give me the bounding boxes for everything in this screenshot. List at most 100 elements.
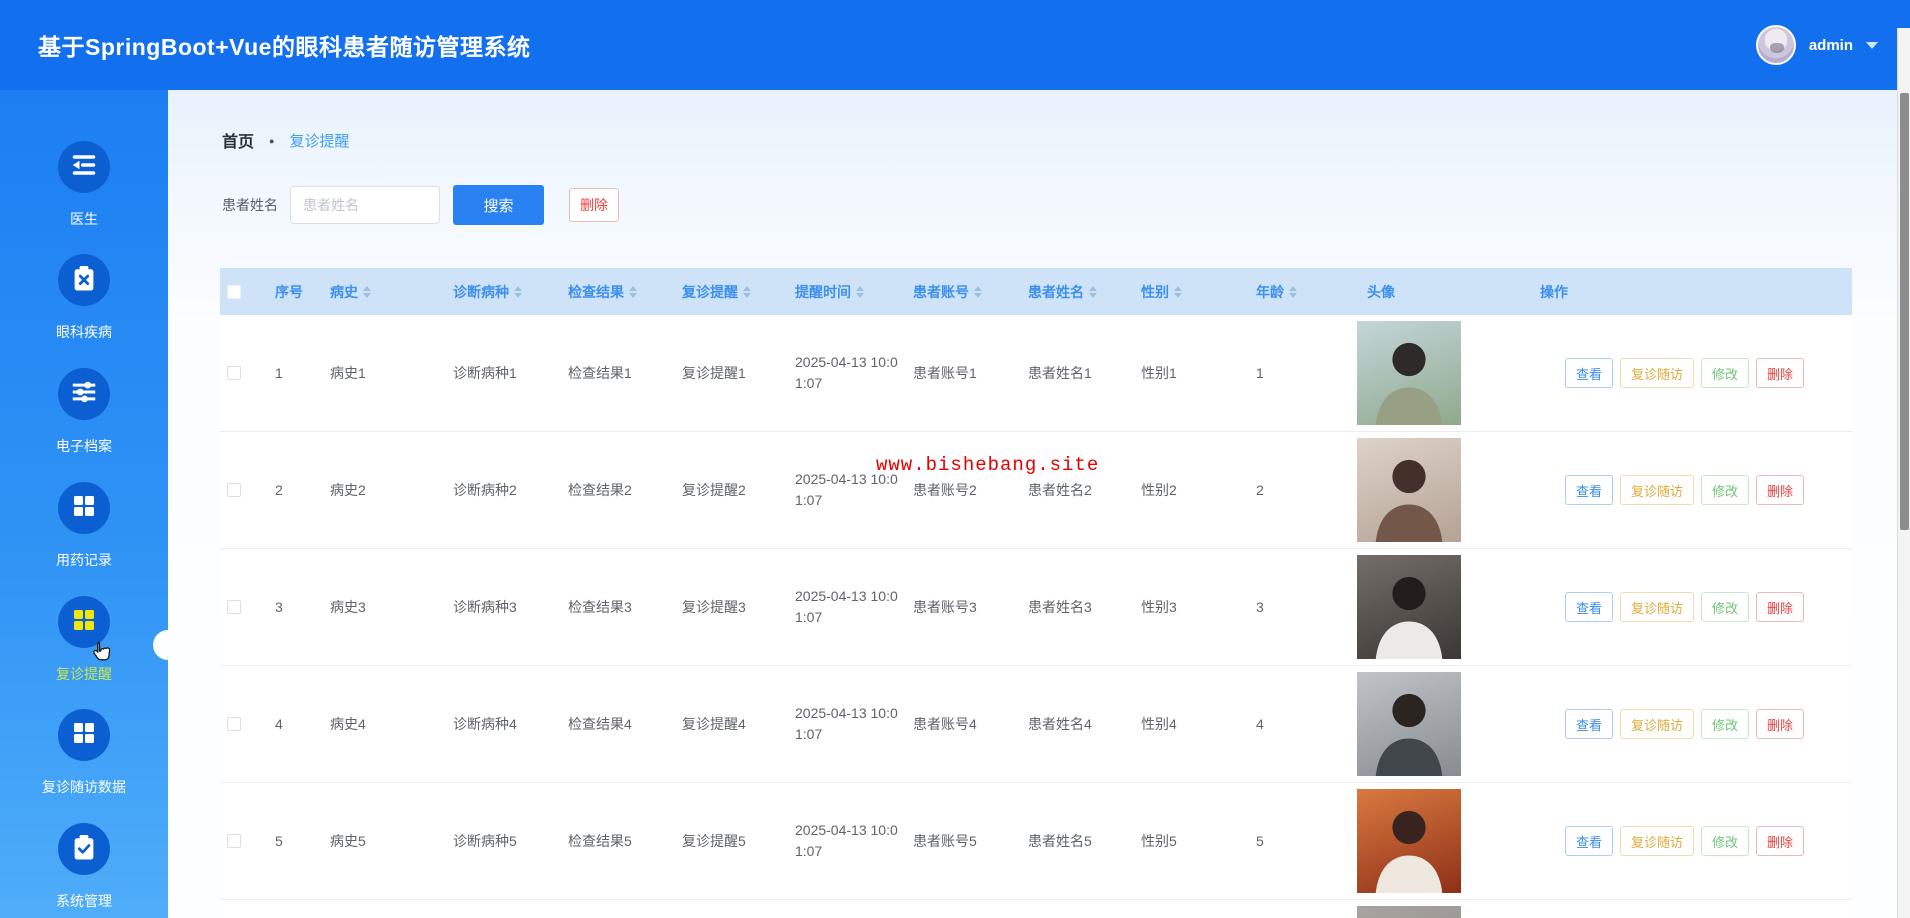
breadcrumb-current[interactable]: 复诊提醒 <box>289 130 349 151</box>
cell-reminder: 复诊提醒3 <box>672 597 785 617</box>
row-checkbox[interactable] <box>227 366 241 380</box>
row-actions: 查看复诊随访修改删除 <box>1530 358 1852 388</box>
main-content: 首页 ● 复诊提醒 患者姓名 搜索 删除 序号病史诊断病种检查结果复诊提醒提醒时… <box>168 90 1910 918</box>
edit-row-button[interactable]: 修改 <box>1701 826 1749 856</box>
edit-row-button[interactable]: 修改 <box>1701 592 1749 622</box>
cell-reminder-time: 2025-04-13 10:01:07 <box>795 703 907 745</box>
table-row: 2 病史2 诊断病种2 检查结果2 复诊提醒2 2025-04-13 10:01… <box>220 432 1852 549</box>
row-checkbox[interactable] <box>227 600 241 614</box>
sort-carets-icon[interactable] <box>1174 286 1182 298</box>
follow-row-button[interactable]: 复诊随访 <box>1620 592 1694 622</box>
view-row-button[interactable]: 查看 <box>1565 592 1613 622</box>
sort-carets-icon[interactable] <box>514 286 522 298</box>
delete-row-button[interactable]: 删除 <box>1756 709 1804 739</box>
patient-name-input[interactable] <box>290 186 440 224</box>
cell-reminder-time: 2025-04-13 10:01:07 <box>795 820 907 862</box>
cell-result: 检查结果4 <box>558 714 672 734</box>
column-header-5[interactable]: 复诊提醒 <box>672 282 785 302</box>
data-table: 序号病史诊断病种检查结果复诊提醒提醒时间患者账号患者姓名性别年龄头像操作 1 病… <box>220 268 1852 918</box>
cell-history: 病史2 <box>320 480 443 500</box>
delete-row-button[interactable]: 删除 <box>1756 826 1804 856</box>
view-row-button[interactable]: 查看 <box>1565 826 1613 856</box>
column-header-12: 操作 <box>1530 282 1852 302</box>
cell-reminder-time: 2025-04-13 10:01:07 <box>795 586 907 628</box>
delete-button[interactable]: 删除 <box>569 188 619 222</box>
cell-age: 5 <box>1246 833 1357 849</box>
edit-row-button[interactable]: 修改 <box>1701 475 1749 505</box>
row-actions: 查看复诊随访修改删除 <box>1530 709 1852 739</box>
follow-row-button[interactable]: 复诊随访 <box>1620 475 1694 505</box>
sidebar-item-5[interactable]: 复诊提醒 <box>0 596 168 684</box>
view-row-button[interactable]: 查看 <box>1565 475 1613 505</box>
cell-account: 患者账号1 <box>903 363 1018 383</box>
sidebar-item-3[interactable]: 电子档案 <box>0 368 168 456</box>
cell-age: 4 <box>1246 716 1357 732</box>
avatar-photo <box>1357 555 1461 659</box>
breadcrumb-separator: ● <box>269 136 274 146</box>
row-checkbox[interactable] <box>227 717 241 731</box>
sidebar-item-2[interactable]: 眼科疾病 <box>0 254 168 342</box>
cell-result: 检查结果1 <box>558 363 672 383</box>
cell-disease: 诊断病种3 <box>443 597 558 617</box>
menu-list-icon <box>69 150 99 185</box>
sort-carets-icon[interactable] <box>629 286 637 298</box>
delete-row-button[interactable]: 删除 <box>1756 592 1804 622</box>
column-header-4[interactable]: 检查结果 <box>558 282 672 302</box>
vertical-scrollbar[interactable] <box>1897 28 1910 918</box>
cell-gender: 性别5 <box>1131 831 1246 851</box>
column-header-7[interactable]: 患者账号 <box>903 282 1018 302</box>
sort-carets-icon[interactable] <box>856 286 864 298</box>
sidebar-item-label: 电子档案 <box>56 436 112 456</box>
sort-carets-icon[interactable] <box>1289 286 1297 298</box>
search-button[interactable]: 搜索 <box>453 185 544 225</box>
row-checkbox[interactable] <box>227 834 241 848</box>
avatar-photo <box>1357 438 1461 542</box>
cell-history: 病史1 <box>320 363 443 383</box>
sidebar-item-7[interactable]: 系统管理 <box>0 823 168 911</box>
sidebar-item-6[interactable]: 复诊随访数据 <box>0 709 168 797</box>
cell-seq: 2 <box>265 482 320 498</box>
sliders-icon <box>69 377 99 412</box>
view-row-button[interactable]: 查看 <box>1565 709 1613 739</box>
cell-gender: 性别3 <box>1131 597 1246 617</box>
sidebar: 医生 眼科疾病 电子档案 用药记录 复诊提醒 复诊随访数据 系统 <box>0 90 168 918</box>
view-row-button[interactable]: 查看 <box>1565 358 1613 388</box>
sidebar-item-1[interactable]: 医生 <box>0 141 168 229</box>
follow-row-button[interactable]: 复诊随访 <box>1620 709 1694 739</box>
follow-row-button[interactable]: 复诊随访 <box>1620 358 1694 388</box>
cell-gender: 性别4 <box>1131 714 1246 734</box>
scrollbar-thumb[interactable] <box>1900 93 1909 530</box>
column-header-9[interactable]: 性别 <box>1131 282 1246 302</box>
column-header-2[interactable]: 病史 <box>320 282 443 302</box>
delete-row-button[interactable]: 删除 <box>1756 475 1804 505</box>
patient-name-label: 患者姓名 <box>222 195 278 215</box>
edit-row-button[interactable]: 修改 <box>1701 709 1749 739</box>
sidebar-item-label: 医生 <box>70 209 98 229</box>
edit-row-button[interactable]: 修改 <box>1701 358 1749 388</box>
delete-row-button[interactable]: 删除 <box>1756 358 1804 388</box>
column-header-10[interactable]: 年龄 <box>1246 282 1357 302</box>
user-avatar[interactable] <box>1756 25 1796 65</box>
breadcrumb: 首页 ● 复诊提醒 <box>222 128 349 152</box>
follow-row-button[interactable]: 复诊随访 <box>1620 826 1694 856</box>
breadcrumb-home[interactable]: 首页 <box>222 128 254 152</box>
table-header-row: 序号病史诊断病种检查结果复诊提醒提醒时间患者账号患者姓名性别年龄头像操作 <box>220 268 1852 315</box>
cell-account: 患者账号2 <box>903 480 1018 500</box>
sort-carets-icon[interactable] <box>974 286 982 298</box>
cell-name: 患者姓名1 <box>1018 363 1131 383</box>
user-menu[interactable]: admin <box>1756 0 1878 90</box>
column-header-8[interactable]: 患者姓名 <box>1018 282 1131 302</box>
sort-carets-icon[interactable] <box>363 286 371 298</box>
cell-reminder: 复诊提醒1 <box>672 363 785 383</box>
column-header-1: 序号 <box>265 282 320 302</box>
sort-carets-icon[interactable] <box>743 286 751 298</box>
cell-gender: 性别1 <box>1131 363 1246 383</box>
table-row <box>220 900 1852 918</box>
row-checkbox[interactable] <box>227 483 241 497</box>
sidebar-item-4[interactable]: 用药记录 <box>0 482 168 570</box>
table-row: 4 病史4 诊断病种4 检查结果4 复诊提醒4 2025-04-13 10:01… <box>220 666 1852 783</box>
sort-carets-icon[interactable] <box>1089 286 1097 298</box>
column-header-3[interactable]: 诊断病种 <box>443 282 558 302</box>
select-all-checkbox[interactable] <box>227 285 241 299</box>
column-header-6[interactable]: 提醒时间 <box>785 282 903 302</box>
